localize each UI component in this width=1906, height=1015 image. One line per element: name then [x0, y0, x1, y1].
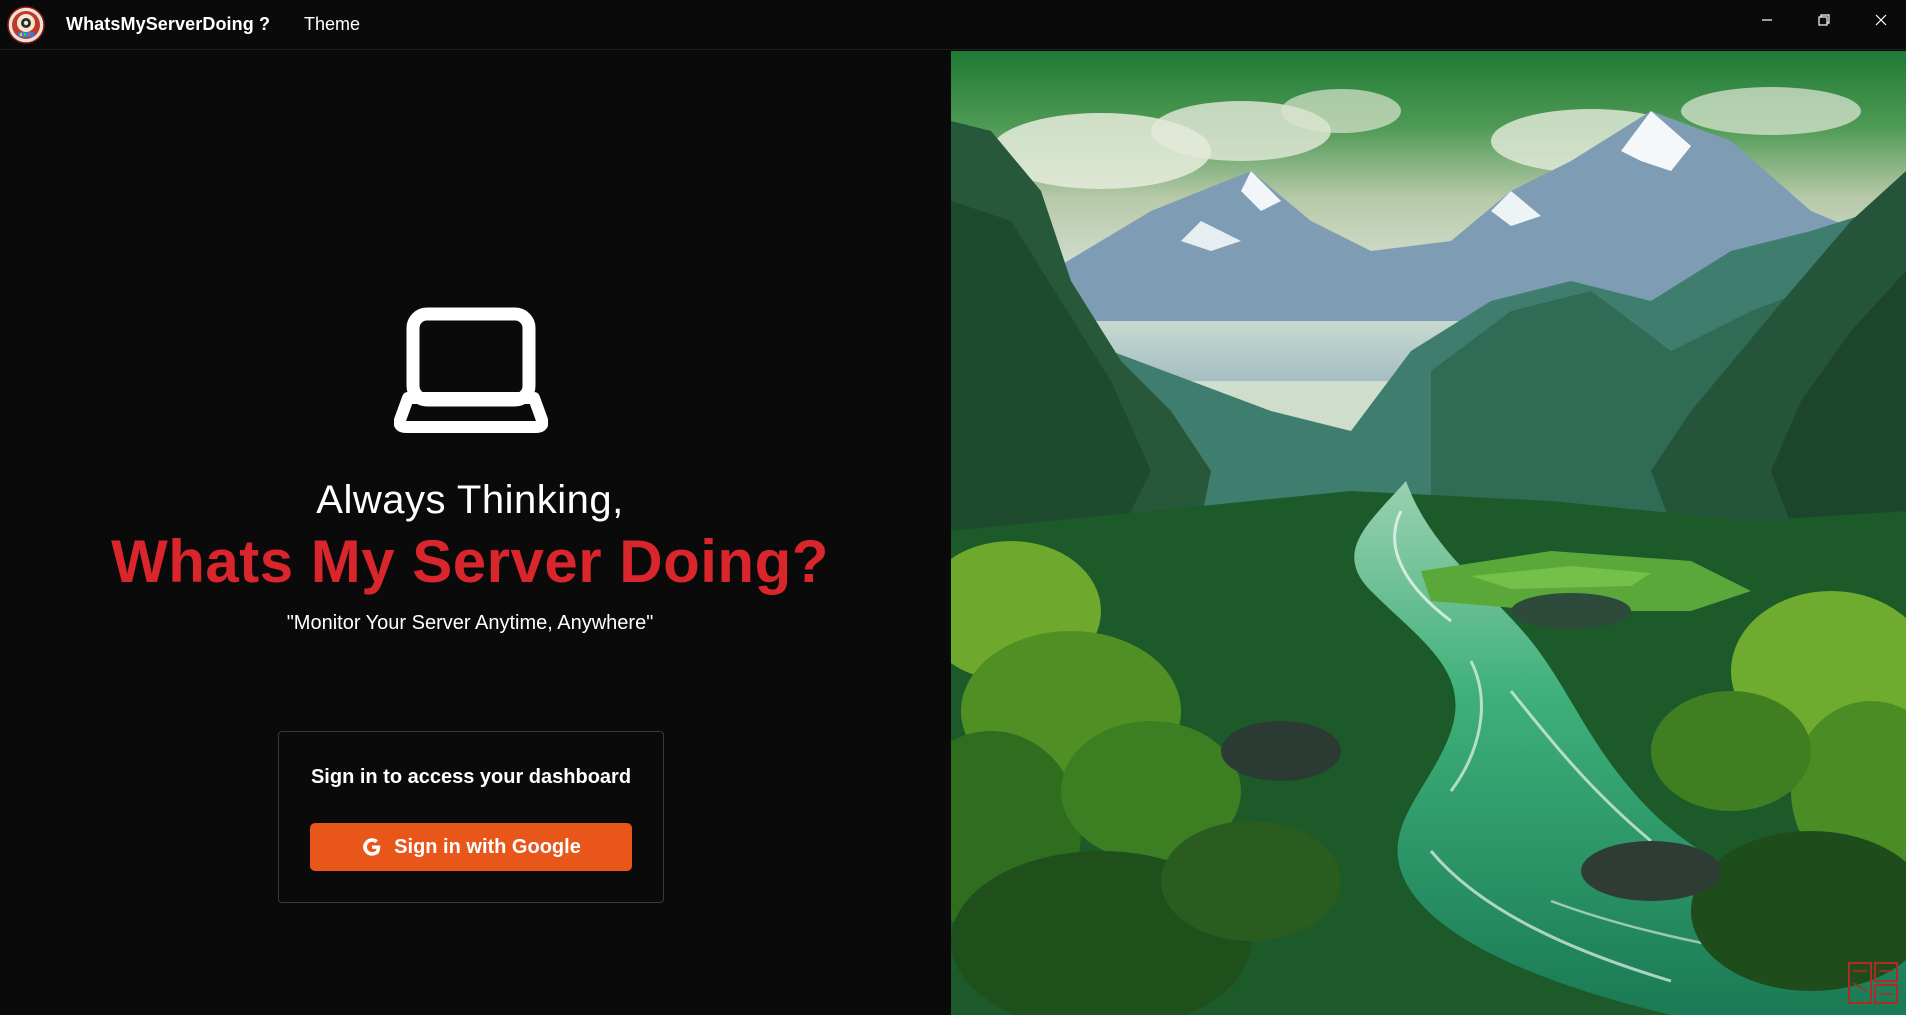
restore-icon — [1818, 14, 1830, 26]
tagline: "Monitor Your Server Anytime, Anywhere" — [286, 612, 654, 634]
headline-line-1: Always Thinking, — [316, 478, 624, 522]
close-icon — [1875, 14, 1887, 26]
headline-line-2: Whats My Server Doing? — [111, 528, 829, 595]
minimize-icon — [1762, 19, 1772, 21]
laptop-icon — [394, 307, 548, 433]
minimize-button[interactable] — [1739, 0, 1795, 40]
menu-theme[interactable]: Theme — [304, 14, 360, 35]
signin-card: Sign in to access your dashboard Sign in… — [278, 731, 664, 903]
app-logo-icon — [7, 6, 45, 44]
google-signin-label: Sign in with Google — [394, 835, 581, 858]
maximize-button[interactable] — [1796, 0, 1852, 40]
signin-title: Sign in to access your dashboard — [310, 766, 632, 788]
landscape-illustration — [951, 51, 1906, 1015]
google-signin-button[interactable]: Sign in with Google — [310, 823, 632, 871]
close-button[interactable] — [1853, 0, 1906, 40]
app-window: WhatsMyServerDoing ? Theme Always Thinki… — [0, 0, 1906, 1015]
google-icon — [363, 838, 381, 856]
login-panel: Always Thinking, Whats My Server Doing? … — [0, 51, 951, 1015]
title-bar: WhatsMyServerDoing ? Theme — [0, 0, 1906, 50]
landscape-artwork — [951, 51, 1906, 1015]
app-title: WhatsMyServerDoing ? — [66, 14, 271, 34]
